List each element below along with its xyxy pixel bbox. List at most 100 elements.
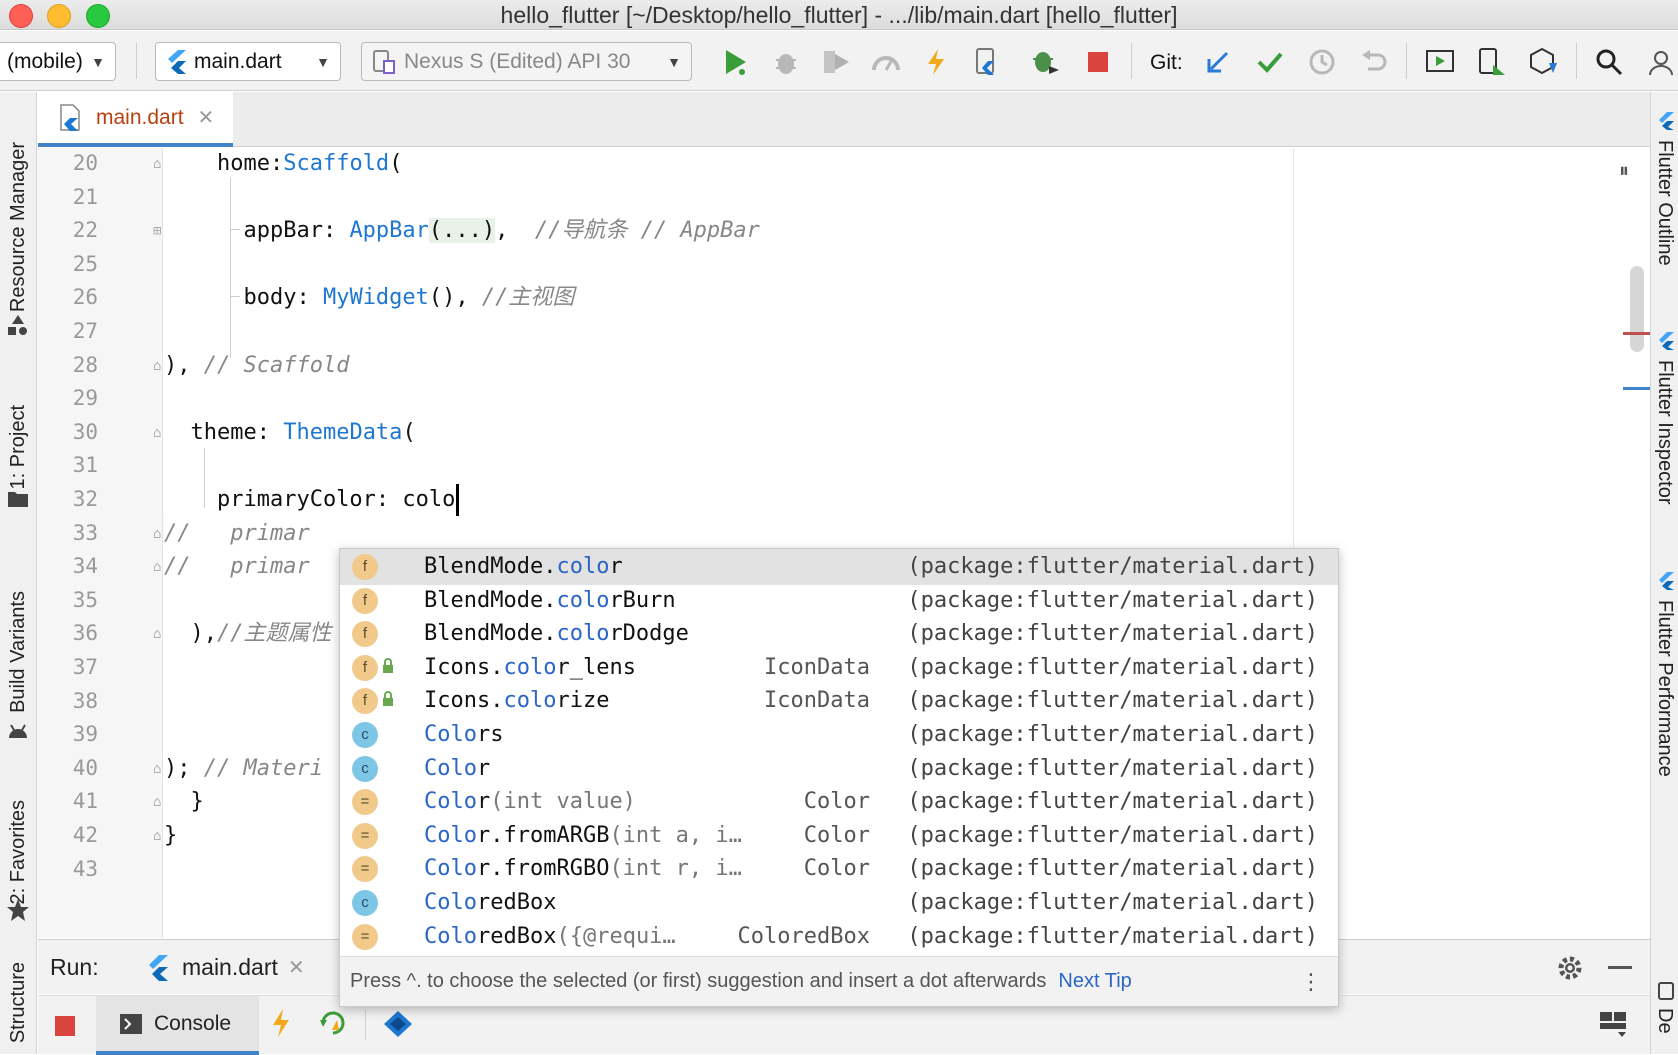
run-icon[interactable]	[720, 47, 750, 77]
hot-reload-icon[interactable]	[921, 47, 951, 77]
target-selector[interactable]: (mobile) ▼	[0, 42, 116, 81]
fold-marker-icon[interactable]: ⌂	[153, 526, 161, 542]
completion-item[interactable]: f BlendMode.color (package:flutter/materia…	[340, 549, 1338, 585]
structure-tab[interactable]: Structure	[0, 952, 37, 1054]
fold-marker-icon[interactable]: ⌂	[153, 425, 161, 441]
completion-name-part: Colo	[424, 890, 477, 915]
fold-marker-icon[interactable]: ⌂	[153, 559, 161, 575]
code-line: }	[164, 818, 177, 854]
line-number: 20	[72, 151, 98, 175]
lock-icon	[383, 657, 393, 673]
presentation-icon[interactable]	[1425, 47, 1455, 77]
fold-marker-icon[interactable]: ⌂	[153, 761, 161, 777]
code-token: //主题属性	[216, 621, 332, 647]
next-tip-link[interactable]: Next Tip	[1058, 970, 1131, 993]
git-rollback-icon[interactable]	[1359, 47, 1389, 77]
completion-item[interactable]: f BlendMode.colorDodge (package:flutter/ma…	[340, 616, 1338, 652]
console-tab-label: Console	[154, 1011, 232, 1035]
completion-item[interactable]: c Colors (package:flutter/material.dart)	[340, 717, 1338, 753]
debug-attach-icon[interactable]	[1031, 47, 1061, 77]
completion-item[interactable]: f Icons.color_lens IconData (package:flutte…	[340, 650, 1338, 686]
user-icon[interactable]	[1646, 47, 1676, 77]
run-config-selector[interactable]: main.dart ▼	[155, 42, 341, 81]
flutter-icon	[1659, 572, 1674, 590]
completion-item[interactable]: c ColoredBox (package:flutter/material.dar…	[340, 885, 1338, 921]
completion-item[interactable]: = Color.fromRGBO(int r, i… Color (package:f…	[340, 851, 1338, 887]
code-token: );	[164, 755, 204, 781]
field-kind-icon: f	[352, 554, 378, 580]
completion-name-part: Colo	[424, 789, 477, 815]
line-number: 42	[72, 823, 98, 847]
profile-icon[interactable]	[871, 47, 901, 77]
completion-package: (package:flutter/material.dart)	[907, 856, 1318, 882]
editor-scrollbar[interactable]	[1630, 266, 1644, 352]
completion-item[interactable]: c Color (package:flutter/material.dart)	[340, 751, 1338, 787]
more-options-icon[interactable]: ⋮	[1300, 969, 1322, 995]
minimize-panel-icon[interactable]	[1608, 966, 1632, 969]
stop-icon[interactable]	[1083, 47, 1113, 77]
code-token: Scaffold	[283, 151, 390, 176]
line-number: 43	[72, 856, 98, 881]
search-icon[interactable]	[1594, 47, 1624, 77]
run-tab-label: main.dart	[182, 954, 278, 980]
layout-options-icon[interactable]	[1598, 1008, 1628, 1038]
debug-icon[interactable]	[771, 47, 801, 77]
line-number: 27	[72, 319, 98, 343]
coverage-icon[interactable]	[821, 47, 851, 77]
hot-reload-icon[interactable]	[270, 1008, 292, 1038]
completion-name: Color(int value)	[424, 784, 636, 820]
fold-marker-icon[interactable]: ⌂	[153, 828, 161, 844]
tool-tab-label: Build Variants	[7, 591, 29, 713]
fold-marker-icon[interactable]: ⌂	[153, 156, 161, 172]
git-commit-icon[interactable]	[1255, 47, 1285, 77]
close-icon[interactable]: ✕	[198, 105, 215, 130]
editor-tab-main-dart[interactable]: main.dart ✕	[38, 92, 233, 147]
line-number: 28	[72, 352, 98, 377]
completion-type: IconData	[764, 688, 870, 714]
devtools-icon[interactable]	[383, 1010, 413, 1038]
gear-icon[interactable]	[1556, 954, 1584, 982]
tool-tab-label: Flutter Outline	[1654, 140, 1676, 266]
close-icon[interactable]: ✕	[288, 955, 305, 980]
device-icon	[373, 49, 395, 74]
device-manager-icon[interactable]	[1477, 47, 1507, 77]
error-stripe-mark[interactable]	[1623, 332, 1650, 335]
git-history-icon[interactable]	[1307, 47, 1337, 77]
completion-item[interactable]: f BlendMode.colorBurn (package:flutter/mat…	[340, 583, 1338, 619]
fold-marker-icon[interactable]: ⌂	[153, 626, 161, 642]
completion-item[interactable]: f Icons.colorize IconData (package:flutter/…	[340, 683, 1338, 719]
device-selector[interactable]: Nexus S (Edited) API 30 ▼	[361, 42, 692, 81]
git-update-icon[interactable]	[1203, 47, 1233, 77]
flutter-icon	[149, 954, 168, 981]
completion-item[interactable]: = ColoredBox({@requi… ColoredBox (package:f…	[340, 919, 1338, 955]
code-token: ,	[495, 218, 535, 244]
completion-package: (package:flutter/material.dart)	[907, 890, 1318, 915]
pause-icon[interactable]: ⏸	[1619, 160, 1629, 183]
code-line: // primar	[164, 549, 310, 585]
line-number: 39	[72, 722, 98, 747]
flutter-performance-tab[interactable]: Flutter Performance	[1651, 572, 1678, 902]
device-file-explorer-tab[interactable]: De	[1651, 982, 1678, 1054]
console-tab[interactable]: Console	[96, 996, 259, 1055]
run-tab-main-dart[interactable]: main.dart ✕	[146, 940, 305, 995]
main-toolbar: (mobile) ▼ main.dart ▼ Nexus S (Edited) …	[0, 31, 1678, 91]
sdk-manager-icon[interactable]	[1529, 47, 1559, 77]
fold-marker-icon[interactable]: ⌂	[153, 358, 161, 374]
completion-item[interactable]: = Color(int value) Color (package:flutter/m…	[340, 784, 1338, 820]
flutter-inspector-tab[interactable]: Flutter Inspector	[1651, 332, 1678, 612]
fold-marker-icon[interactable]: ⊞	[153, 223, 161, 239]
line-number: 30	[72, 419, 98, 444]
code-line: theme: ThemeData(	[164, 415, 415, 451]
completion-item[interactable]: = Color.fromARGB(int a, i… Color (package:f…	[340, 818, 1338, 854]
stop-icon[interactable]	[55, 1016, 75, 1036]
completion-hint: Press ^. to choose the selected (or firs…	[350, 970, 1047, 992]
fold-marker-icon[interactable]: ⌂	[153, 794, 161, 810]
flutter-attach-icon[interactable]	[971, 47, 1001, 77]
completion-name-part: redBox	[476, 923, 557, 949]
line-number: 40	[72, 755, 98, 780]
caret-stripe-mark[interactable]	[1623, 387, 1650, 390]
completion-name-part: r.fromRGBO	[476, 856, 610, 882]
hot-restart-icon[interactable]	[318, 1008, 348, 1038]
code-completion-popup[interactable]: f BlendMode.color (package:flutter/materia…	[339, 548, 1339, 1007]
completion-name-part: rize	[556, 688, 610, 714]
